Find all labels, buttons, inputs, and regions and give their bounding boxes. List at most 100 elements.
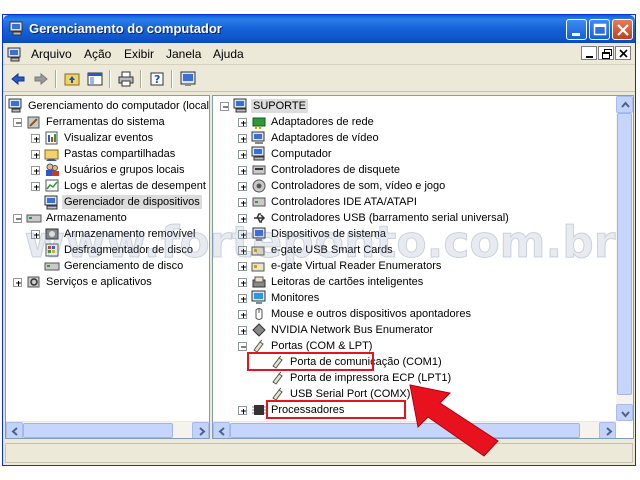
maximize-button[interactable] [589, 19, 610, 40]
tree-item-disk-management[interactable]: Gerenciamento de disco [44, 258, 209, 274]
tree-category-item[interactable]: e-gate Virtual Reader Enumerators [251, 258, 591, 274]
tree-item-removable-storage[interactable]: Armazenamento removível [44, 226, 209, 242]
scroll-right-button[interactable] [192, 422, 209, 438]
expand-toggle[interactable] [238, 118, 247, 127]
tree-label: Gerenciamento do computador (local [28, 100, 209, 112]
tree-category-item[interactable]: Mouse e outros dispositivos apontadores [251, 306, 591, 322]
up-folder-icon [64, 73, 80, 86]
expand-toggle[interactable] [238, 326, 247, 335]
scroll-left-button[interactable] [213, 422, 230, 438]
expand-toggle[interactable] [31, 150, 40, 159]
expand-toggle[interactable] [238, 134, 247, 143]
back-button[interactable] [7, 69, 29, 89]
expand-toggle[interactable] [238, 150, 247, 159]
collapse-toggle[interactable] [220, 102, 229, 111]
event-viewer-icon [45, 131, 58, 145]
tree-item-disk-defragmenter[interactable]: Desfragmentador de disco [44, 242, 209, 258]
up-one-level-button[interactable] [61, 69, 83, 89]
tree-item-system-tools[interactable]: Ferramentas do sistema [26, 114, 206, 130]
plus-icon [34, 153, 39, 158]
tree-label: Controladores IDE ATA/ATAPI [271, 196, 417, 208]
console-tree-pane[interactable]: Gerenciamento do computador (local Ferra… [5, 95, 210, 439]
collapse-toggle[interactable] [238, 342, 247, 351]
menu-janela[interactable]: Janela [166, 47, 201, 61]
menu-ajuda[interactable]: Ajuda [213, 47, 244, 61]
expand-toggle[interactable] [238, 310, 247, 319]
expand-toggle[interactable] [238, 230, 247, 239]
tree-label: Serviços e aplicativos [46, 276, 152, 288]
expand-toggle[interactable] [238, 214, 247, 223]
child-close-button[interactable] [615, 46, 631, 60]
scroll-left-button[interactable] [6, 422, 23, 438]
expand-toggle[interactable] [238, 278, 247, 287]
left-horizontal-scrollbar[interactable] [6, 421, 209, 438]
arrow-right-icon [606, 427, 613, 436]
expand-toggle[interactable] [238, 166, 247, 175]
tree-category-item[interactable]: Controladores IDE ATA/ATAPI [251, 194, 591, 210]
forward-button[interactable] [30, 69, 52, 89]
tree-category-item[interactable]: Monitores [251, 290, 591, 306]
help-button[interactable]: ? [146, 69, 168, 89]
expand-toggle[interactable] [31, 230, 40, 239]
tree-category-item[interactable]: e-gate USB Smart Cards [251, 242, 591, 258]
show-hide-tree-button[interactable] [84, 69, 106, 89]
expand-toggle[interactable] [13, 278, 22, 287]
expand-toggle[interactable] [238, 262, 247, 271]
print-button[interactable] [115, 69, 137, 89]
menu-exibir[interactable]: Exibir [124, 47, 154, 61]
child-restore-button[interactable] [598, 46, 614, 60]
plus-icon [241, 297, 246, 302]
expand-toggle[interactable] [238, 182, 247, 191]
tree-root-computer[interactable]: SUPORTE [233, 98, 433, 114]
tree-category-item[interactable]: Adaptadores de vídeo [251, 130, 591, 146]
status-bar [5, 443, 633, 463]
tree-item-device-manager[interactable]: Gerenciador de dispositivos [44, 194, 209, 210]
tree-category-item[interactable]: Adaptadores de rede [251, 114, 591, 130]
tree-category-item[interactable]: Dispositivos de sistema [251, 226, 591, 242]
tree-label: Usuários e grupos locais [64, 164, 185, 176]
scroll-down-button[interactable] [616, 404, 633, 421]
properties-button[interactable] [177, 69, 199, 89]
collapse-toggle[interactable] [13, 118, 22, 127]
expand-toggle[interactable] [31, 166, 40, 175]
scroll-thumb[interactable] [23, 423, 173, 438]
tree-category-item[interactable]: Leitoras de cartões inteligentes [251, 274, 591, 290]
tree-item-storage[interactable]: Armazenamento [26, 210, 206, 226]
title-bar[interactable]: Gerenciamento do computador [3, 15, 635, 43]
expand-toggle[interactable] [238, 246, 247, 255]
collapse-toggle[interactable] [13, 214, 22, 223]
tree-category-item[interactable]: Computador [251, 146, 591, 162]
tree-item-shared-folders[interactable]: Pastas compartilhadas [44, 146, 209, 162]
tree-item-event-viewer[interactable]: Visualizar eventos [44, 130, 209, 146]
users-icon [46, 163, 59, 176]
expand-toggle[interactable] [31, 134, 40, 143]
expand-toggle[interactable] [238, 294, 247, 303]
tree-item-local-users[interactable]: Usuários e grupos locais [44, 162, 209, 178]
right-vertical-scrollbar[interactable] [616, 96, 633, 421]
minimize-button[interactable] [566, 19, 587, 40]
menu-arquivo[interactable]: Arquivo [31, 47, 72, 61]
toolbar-separator [140, 70, 142, 88]
expand-toggle[interactable] [31, 182, 40, 191]
menu-acao[interactable]: Ação [84, 47, 111, 61]
child-minimize-button[interactable] [581, 46, 597, 60]
tree-category-item[interactable]: Controladores de disquete [251, 162, 591, 178]
tree-label: Mouse e outros dispositivos apontadores [271, 308, 471, 320]
tree-root-computer-management[interactable]: Gerenciamento do computador (local [8, 98, 209, 114]
ide-controller-icon [252, 197, 266, 207]
scroll-right-button[interactable] [599, 422, 616, 438]
tree-label: Portas (COM & LPT) [271, 340, 373, 352]
scroll-up-button[interactable] [616, 96, 633, 113]
plus-icon [241, 185, 246, 190]
tree-item-performance-logs[interactable]: Logs e alertas de desempent [44, 178, 209, 194]
expand-toggle[interactable] [238, 406, 247, 415]
help-icon: ? [150, 72, 164, 86]
close-button[interactable] [612, 19, 633, 40]
tree-category-item[interactable]: Controladores de som, vídeo e jogo [251, 178, 591, 194]
mmc-document-icon[interactable] [7, 46, 23, 62]
scroll-thumb[interactable] [617, 113, 632, 395]
tree-category-item[interactable]: Controladores USB (barramento serial uni… [251, 210, 591, 226]
expand-toggle[interactable] [238, 198, 247, 207]
tree-item-services-applications[interactable]: Serviços e aplicativos [26, 274, 206, 290]
tree-category-item[interactable]: NVIDIA Network Bus Enumerator [251, 322, 591, 338]
